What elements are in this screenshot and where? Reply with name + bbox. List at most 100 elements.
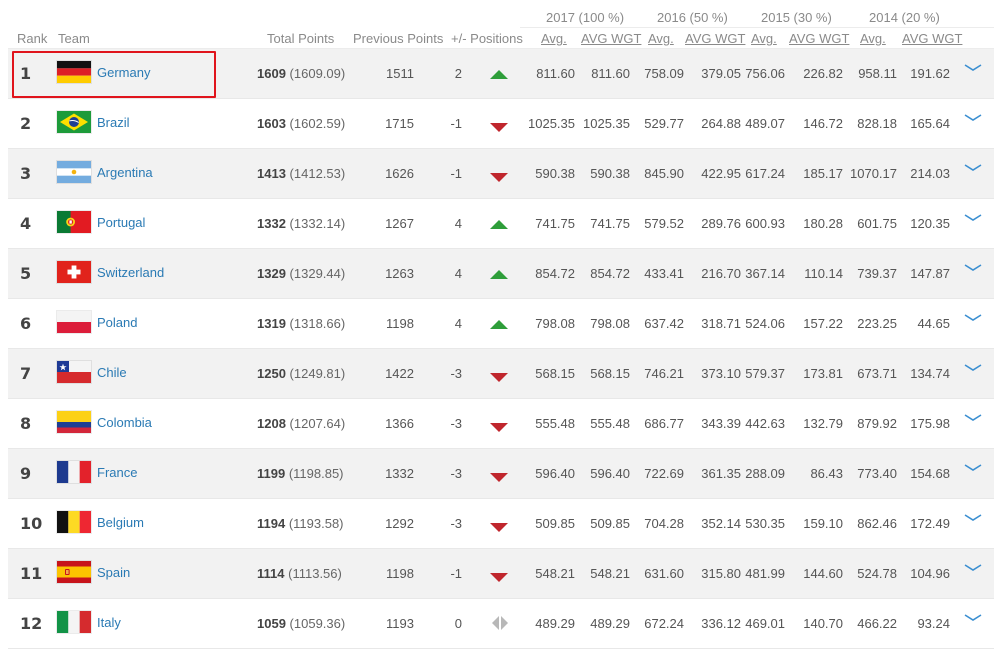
- rank-number: 4: [20, 214, 32, 233]
- table-row[interactable]: 4 Portugal 1332 (1332.14) 1267 4 741.75 741.75…: [8, 199, 994, 249]
- rank-number: 7: [20, 364, 32, 383]
- total-points: 1413 (1412.53): [257, 149, 345, 198]
- table-row[interactable]: 5 Switzerland 1329 (1329.44) 1263 4 854.72 854…: [8, 249, 994, 299]
- column-header-2016-avg[interactable]: Avg.: [648, 31, 674, 46]
- rank-number: 11: [20, 564, 43, 583]
- expand-chevron-icon[interactable]: [963, 361, 983, 373]
- column-header-2017-avg-wgt[interactable]: AVG WGT: [581, 31, 641, 46]
- avg-wgt-2014: 165.64: [910, 116, 950, 131]
- column-header-2017-avg[interactable]: Avg.: [541, 31, 567, 46]
- position-change: -3: [450, 366, 462, 381]
- position-change: -3: [450, 466, 462, 481]
- team-link[interactable]: Colombia: [97, 398, 152, 447]
- total-points: 1059 (1059.36): [257, 599, 345, 648]
- total-points: 1329 (1329.44): [257, 249, 345, 298]
- total-points-rounded: 1413: [257, 166, 286, 181]
- table-row[interactable]: 10 Belgium 1194 (1193.58) 1292 -3 509.85 509.8…: [8, 499, 994, 549]
- table-row[interactable]: 9 France 1199 (1198.85) 1332 -3 596.40 596.40 7…: [8, 449, 994, 499]
- table-row[interactable]: 11 Spain 1114 (1113.56) 1198 -1 548.21 548.21 6…: [8, 549, 994, 599]
- position-change: -1: [450, 166, 462, 181]
- total-points: 1603 (1602.59): [257, 99, 345, 148]
- team-link[interactable]: Switzerland: [97, 248, 164, 297]
- table-row[interactable]: 3 Argentina 1413 (1412.53) 1626 -1 590.38 590.…: [8, 149, 994, 199]
- rank-number: 9: [20, 464, 32, 483]
- column-header-2016-avg-wgt[interactable]: AVG WGT: [685, 31, 745, 46]
- column-header-2014-avg[interactable]: Avg.: [860, 31, 886, 46]
- expand-chevron-icon[interactable]: [963, 611, 983, 623]
- table-row[interactable]: 12 Italy 1059 (1059.36) 1193 0 489.29 489.29 67…: [8, 599, 994, 649]
- portugal-flag: [57, 211, 91, 233]
- column-header-2014-avg-wgt[interactable]: AVG WGT: [902, 31, 962, 46]
- total-points-exact: (1193.58): [288, 516, 344, 531]
- avg-wgt-2014: 93.24: [917, 616, 950, 631]
- avg-wgt-2014: 175.98: [910, 416, 950, 431]
- column-header-team[interactable]: Team: [58, 31, 90, 46]
- team-link[interactable]: Italy: [97, 598, 121, 647]
- total-points-exact: (1412.53): [289, 166, 346, 181]
- total-points-exact: (1207.64): [289, 416, 346, 431]
- total-points: 1199 (1198.85): [257, 449, 344, 498]
- expand-chevron-icon[interactable]: [963, 311, 983, 323]
- total-points-exact: (1602.59): [289, 116, 346, 131]
- avg-wgt-2014: 172.49: [910, 516, 950, 531]
- total-points: 1114 (1113.56): [257, 549, 342, 598]
- team-link[interactable]: Belgium: [97, 498, 144, 547]
- team-link[interactable]: France: [97, 448, 137, 497]
- ranking-table: 2017 (100 %) 2016 (50 %) 2015 (30 %) 201…: [0, 0, 1002, 649]
- position-change: -3: [450, 516, 462, 531]
- total-points: 1250 (1249.81): [257, 349, 345, 398]
- table-row[interactable]: 2 Brazil 1603 (1602.59) 1715 -1 1025.35 1025.3…: [8, 99, 994, 149]
- total-points-exact: (1318.66): [289, 316, 346, 331]
- expand-chevron-icon[interactable]: [963, 411, 983, 423]
- avg-wgt-2014: 44.65: [917, 316, 950, 331]
- previous-points: 1715: [385, 116, 414, 131]
- previous-points: 1292: [385, 516, 414, 531]
- team-link[interactable]: Spain: [97, 548, 130, 597]
- team-link[interactable]: Argentina: [97, 148, 153, 197]
- table-row[interactable]: 7 Chile 1250 (1249.81) 1422 -3 568.15 568.15 74…: [8, 349, 994, 399]
- expand-chevron-icon[interactable]: [963, 511, 983, 523]
- avg-wgt-2014: 147.87: [910, 266, 950, 281]
- total-points-exact: (1249.81): [289, 366, 346, 381]
- team-link[interactable]: Poland: [97, 298, 137, 347]
- previous-points: 1198: [386, 566, 414, 581]
- expand-chevron-icon[interactable]: [963, 211, 983, 223]
- total-points-rounded: 1059: [257, 616, 286, 631]
- total-points-rounded: 1332: [257, 216, 286, 231]
- switzerland-flag: [57, 261, 91, 283]
- total-points-exact: (1332.14): [289, 216, 346, 231]
- position-change: 4: [454, 316, 462, 331]
- expand-chevron-icon[interactable]: [963, 61, 983, 73]
- column-header-previous-points[interactable]: Previous Points: [353, 31, 443, 46]
- position-change: 4: [454, 216, 462, 231]
- italy-flag: [57, 611, 91, 633]
- team-link[interactable]: Chile: [97, 348, 127, 397]
- rank-number: 2: [20, 114, 32, 133]
- avg-wgt-2014: 134.74: [910, 366, 950, 381]
- column-header-2015-avg[interactable]: Avg.: [751, 31, 777, 46]
- table-row[interactable]: 8 Colombia 1208 (1207.64) 1366 -3 555.48 555.4…: [8, 399, 994, 449]
- rank-number: 3: [20, 164, 32, 183]
- poland-flag: [57, 311, 91, 333]
- total-points-exact: (1609.09): [289, 66, 346, 81]
- expand-chevron-icon[interactable]: [963, 261, 983, 273]
- expand-chevron-icon[interactable]: [963, 161, 983, 173]
- previous-points: 1198: [386, 316, 414, 331]
- expand-chevron-icon[interactable]: [963, 111, 983, 123]
- team-link[interactable]: Brazil: [97, 98, 130, 147]
- team-link[interactable]: Portugal: [97, 198, 145, 247]
- avg-wgt-2014: 120.35: [910, 216, 950, 231]
- position-change: -3: [450, 416, 462, 431]
- column-header-2015-avg-wgt[interactable]: AVG WGT: [789, 31, 849, 46]
- expand-chevron-icon[interactable]: [963, 561, 983, 573]
- column-header-rank[interactable]: Rank: [17, 31, 47, 46]
- position-change: 0: [454, 616, 462, 631]
- total-points-rounded: 1208: [257, 416, 286, 431]
- table-row[interactable]: 6 Poland 1319 (1318.66) 1198 4 798.08 798.08 63…: [8, 299, 994, 349]
- column-header-total-points[interactable]: Total Points: [267, 31, 334, 46]
- total-points-rounded: 1250: [257, 366, 286, 381]
- previous-points: 1332: [385, 466, 414, 481]
- total-points-rounded: 1603: [257, 116, 286, 131]
- expand-chevron-icon[interactable]: [963, 461, 983, 473]
- column-header-positions[interactable]: +/- Positions: [451, 31, 523, 46]
